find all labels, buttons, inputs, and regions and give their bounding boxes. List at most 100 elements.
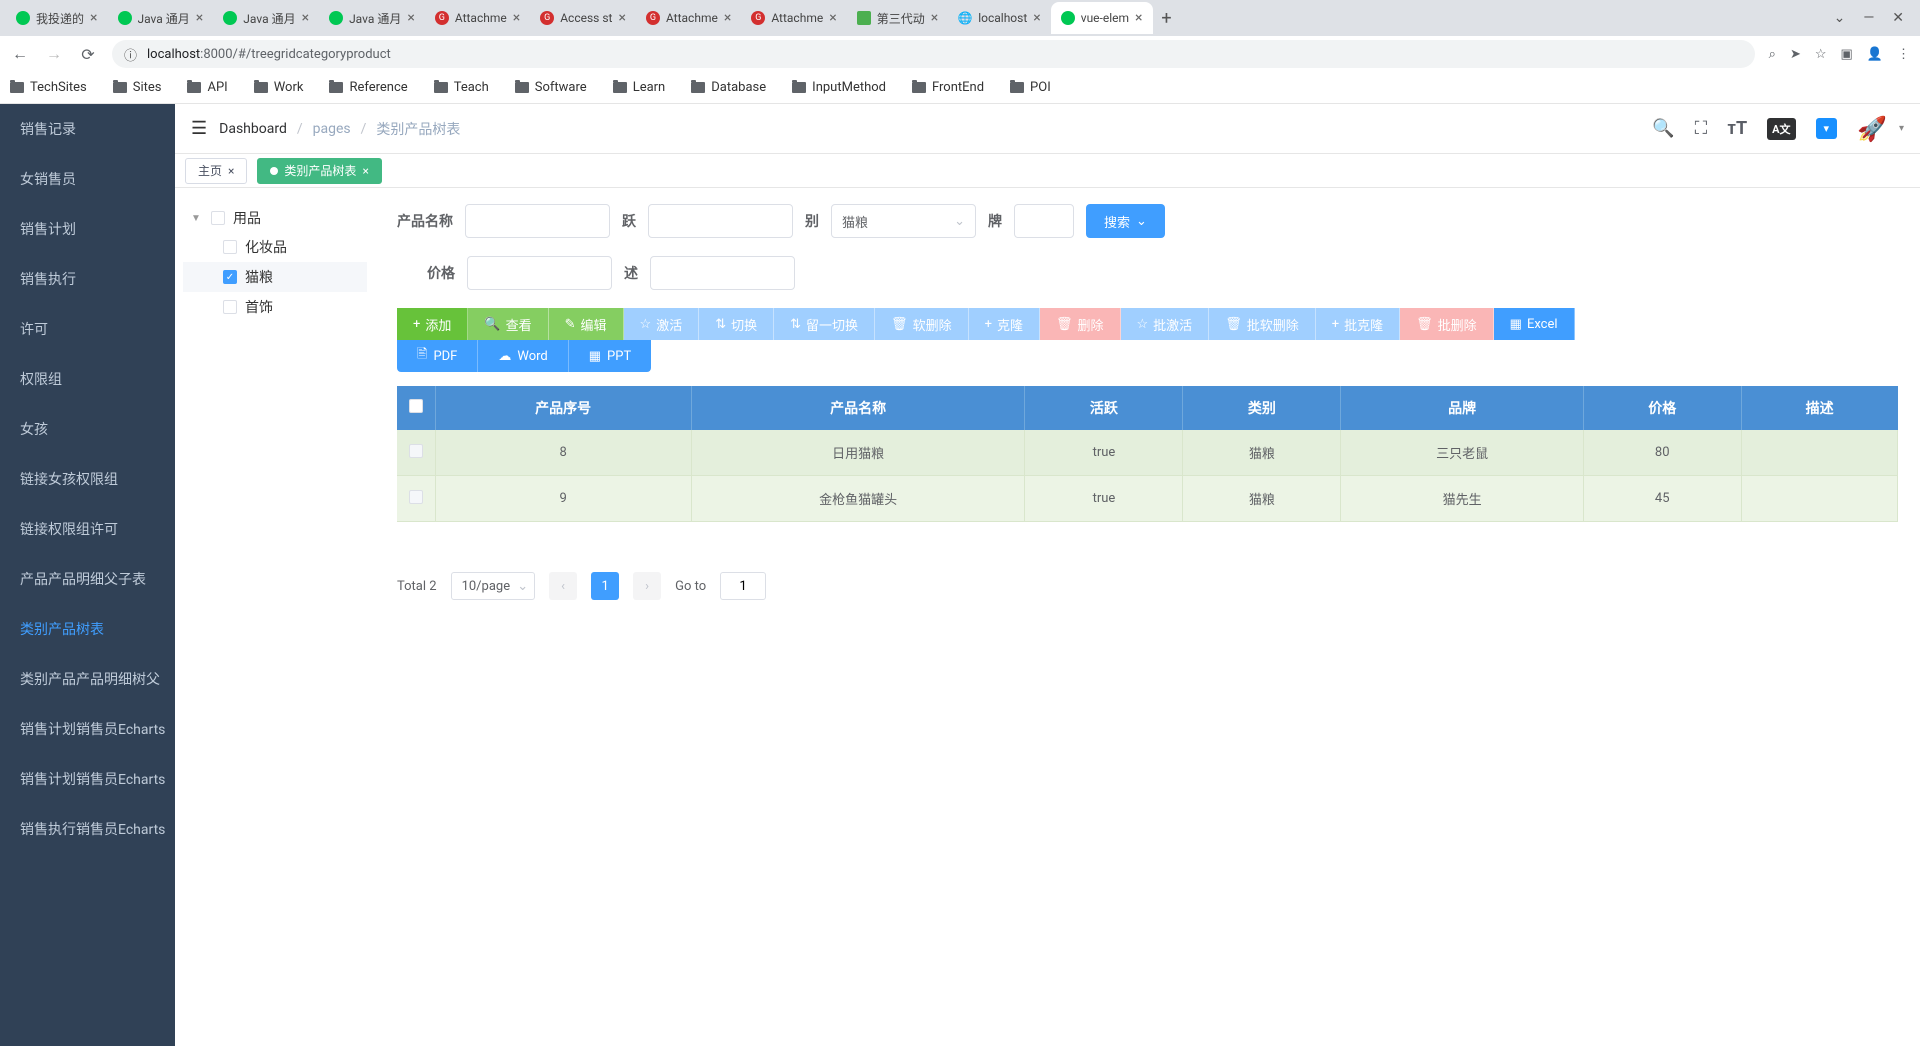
select-all-checkbox[interactable]	[409, 399, 423, 413]
sidebar-item[interactable]: 许可	[0, 304, 175, 354]
sidebar-item[interactable]: 销售计划销售员Echarts	[0, 704, 175, 754]
goto-input[interactable]	[720, 572, 766, 600]
category-select[interactable]: 猫粮 ⌄	[831, 204, 976, 238]
sidebar-item[interactable]: 女销售员	[0, 154, 175, 204]
batch-soft-delete-button[interactable]: 🗑批软删除	[1209, 308, 1316, 340]
panel-icon[interactable]: ▣	[1841, 47, 1853, 62]
dropdown-badge[interactable]: ▾	[1816, 118, 1838, 139]
table-row[interactable]: 8日用猫粮true猫粮三只老鼠80	[397, 430, 1898, 476]
back-button[interactable]: ←	[10, 44, 30, 64]
keep-toggle-button[interactable]: ⇅留一切换	[774, 308, 875, 340]
sidebar-item[interactable]: 销售执行销售员Echarts	[0, 804, 175, 854]
url-input[interactable]: ⓘ localhost:8000/#/treegridcategoryprodu…	[112, 40, 1755, 68]
delete-button[interactable]: 🗑删除	[1040, 308, 1121, 340]
browser-tab[interactable]: GAttachme×	[741, 2, 846, 34]
active-button[interactable]: ☆激活	[624, 308, 700, 340]
send-icon[interactable]: ➤	[1790, 47, 1801, 62]
batch-delete-button[interactable]: 🗑批删除	[1400, 308, 1494, 340]
browser-tab[interactable]: 我投递的×	[6, 2, 108, 34]
bookmark-item[interactable]: TechSites	[10, 80, 87, 95]
price-input[interactable]	[467, 256, 612, 290]
new-tab-button[interactable]: +	[1153, 8, 1181, 29]
excel-button[interactable]: ▦Excel	[1494, 308, 1575, 340]
tree-root[interactable]: ▼ 用品	[183, 204, 367, 232]
browser-tab[interactable]: Java 通月×	[319, 2, 425, 34]
tree-root-checkbox[interactable]	[211, 211, 225, 225]
bookmark-item[interactable]: FrontEnd	[912, 80, 984, 95]
bookmark-item[interactable]: InputMethod	[792, 80, 886, 95]
view-button[interactable]: 🔍查看	[468, 308, 548, 340]
table-row[interactable]: 9金枪鱼猫罐头true猫粮猫先生45	[397, 476, 1898, 522]
browser-tab[interactable]: GAccess st×	[530, 2, 636, 34]
minimize-icon[interactable]: —	[1863, 10, 1874, 26]
close-tab-icon[interactable]: ×	[931, 10, 938, 26]
row-checkbox[interactable]	[409, 444, 423, 458]
bookmark-item[interactable]: Sites	[113, 80, 162, 95]
close-tab-icon[interactable]: ×	[302, 10, 309, 26]
browser-tab[interactable]: GAttachme×	[425, 2, 530, 34]
bookmark-item[interactable]: Database	[691, 80, 766, 95]
reload-button[interactable]: ⟳	[78, 45, 98, 64]
tree-child[interactable]: 化妆品	[183, 237, 367, 257]
browser-tab[interactable]: 🌐localhost×	[948, 2, 1051, 34]
sidebar-item[interactable]: 类别产品产品明细树父	[0, 654, 175, 704]
rocket-icon[interactable]: 🚀	[1857, 115, 1887, 143]
sidebar-item[interactable]: 链接权限组许可	[0, 504, 175, 554]
close-tab-icon[interactable]: ×	[829, 10, 836, 26]
bookmark-item[interactable]: Learn	[613, 80, 666, 95]
browser-tab[interactable]: Java 通月×	[108, 2, 214, 34]
product-name-input[interactable]	[465, 204, 610, 238]
browser-tab[interactable]: 第三代动×	[847, 2, 949, 34]
caret-down-icon[interactable]: ▾	[1899, 123, 1904, 134]
search-button[interactable]: 搜索 ⌄	[1086, 204, 1165, 238]
toggle-button[interactable]: ⇅切换	[699, 308, 774, 340]
sidebar-item[interactable]: 链接女孩权限组	[0, 454, 175, 504]
close-tab-icon[interactable]: ×	[90, 10, 97, 26]
sidebar-item[interactable]: 销售记录	[0, 104, 175, 154]
close-tab-icon[interactable]: ×	[228, 164, 234, 178]
sidebar-item[interactable]: 女孩	[0, 404, 175, 454]
close-tab-icon[interactable]: ×	[618, 10, 625, 26]
soft-delete-button[interactable]: 🗑软删除	[875, 308, 969, 340]
ppt-button[interactable]: ▦PPT	[569, 340, 651, 372]
breadcrumb-dashboard[interactable]: Dashboard	[219, 121, 287, 137]
lang-switch[interactable]: A文	[1767, 118, 1795, 140]
clone-button[interactable]: +克隆	[969, 308, 1040, 340]
batch-clone-button[interactable]: +批克隆	[1316, 308, 1400, 340]
tree-child[interactable]: 首饰	[183, 297, 367, 317]
close-tab-icon[interactable]: ×	[724, 10, 731, 26]
sidebar-item[interactable]: 销售执行	[0, 254, 175, 304]
prev-page-button[interactable]: ‹	[549, 572, 577, 600]
row-checkbox[interactable]	[409, 490, 423, 504]
tree-checkbox[interactable]	[223, 300, 237, 314]
bookmark-item[interactable]: Reference	[329, 80, 407, 95]
bookmark-item[interactable]: Work	[254, 80, 304, 95]
font-size-icon[interactable]: ᴛT	[1727, 118, 1747, 139]
sidebar-item[interactable]: 销售计划销售员Echarts	[0, 754, 175, 804]
edit-button[interactable]: ✎编辑	[549, 308, 624, 340]
tree-child[interactable]: ✓猫粮	[183, 262, 367, 292]
bookmark-item[interactable]: Software	[515, 80, 587, 95]
page-size-select[interactable]: 10/page ⌄	[451, 572, 536, 600]
close-tab-icon[interactable]: ×	[362, 164, 368, 178]
search-icon[interactable]: 🔍	[1652, 118, 1674, 139]
close-tab-icon[interactable]: ×	[513, 10, 520, 26]
browser-tab[interactable]: GAttachme×	[636, 2, 741, 34]
bookmark-item[interactable]: API	[187, 80, 227, 95]
hamburger-icon[interactable]: ☰	[191, 118, 207, 139]
close-tab-icon[interactable]: ×	[196, 10, 203, 26]
forward-button[interactable]: →	[44, 44, 64, 64]
bookmark-item[interactable]: Teach	[434, 80, 489, 95]
sidebar-item[interactable]: 权限组	[0, 354, 175, 404]
add-button[interactable]: +添加	[397, 308, 468, 340]
sidebar-item[interactable]: 类别产品树表	[0, 604, 175, 654]
close-tab-icon[interactable]: ×	[1135, 10, 1142, 26]
view-tab-home[interactable]: 主页 ×	[185, 158, 247, 184]
star-icon[interactable]: ☆	[1815, 47, 1827, 62]
close-tab-icon[interactable]: ×	[1033, 10, 1040, 26]
fullscreen-icon[interactable]: ⛶	[1695, 118, 1708, 139]
close-tab-icon[interactable]: ×	[407, 10, 414, 26]
tree-checkbox[interactable]: ✓	[223, 270, 237, 284]
close-window-icon[interactable]: ✕	[1892, 10, 1904, 26]
key-icon[interactable]: ⌕	[1769, 47, 1776, 62]
